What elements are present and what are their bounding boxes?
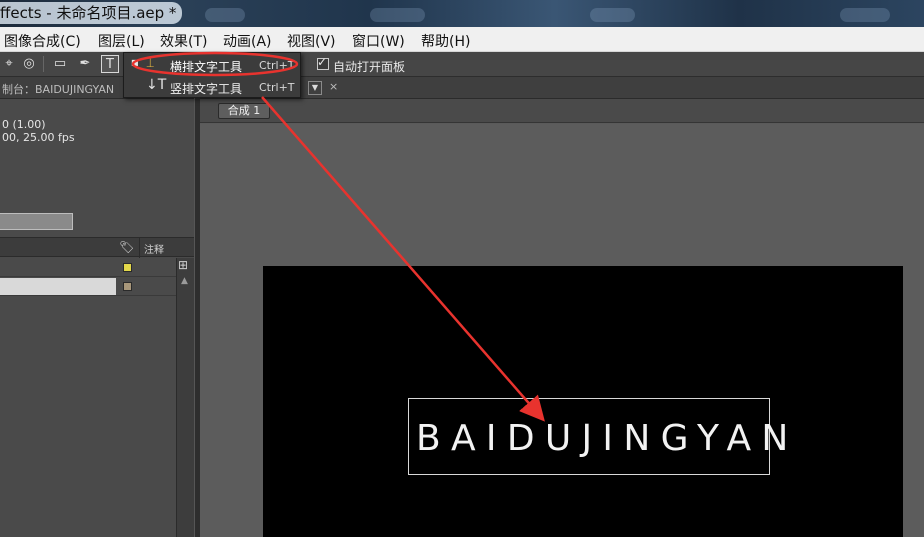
type-tool-icon[interactable]: T bbox=[101, 55, 119, 73]
type-tool-flyout: ■ ⌶ 横排文字工具 Ctrl+T ↓T 竖排文字工具 Ctrl+T bbox=[123, 52, 301, 98]
flowchart-icon[interactable]: ⊞ bbox=[178, 258, 188, 272]
menu-bar: 图像合成(C) 图层(L) 效果(T) 动画(A) 视图(V) 窗口(W) 帮助… bbox=[0, 27, 924, 52]
rectangle-tool-icon[interactable]: ▭ bbox=[51, 55, 69, 73]
menu-item-label: 横排文字工具 bbox=[170, 60, 243, 74]
checkmark-icon: ✓ bbox=[317, 55, 328, 69]
comp-info-duration: 0 (1.00) bbox=[2, 118, 46, 131]
text-layer-content[interactable]: BAIDUJINGYAN bbox=[416, 418, 799, 460]
chevron-down-icon[interactable]: ▼ bbox=[308, 81, 322, 95]
toolbar-divider bbox=[43, 56, 44, 72]
label-color-swatch[interactable] bbox=[123, 263, 132, 272]
title-bar-decoration bbox=[590, 8, 635, 22]
horizontal-type-icon: ⌶ bbox=[146, 55, 155, 71]
scroll-up-icon[interactable]: ▲ bbox=[181, 276, 188, 286]
title-bar-decoration bbox=[370, 8, 425, 22]
composition-chip[interactable]: 合成 1 bbox=[218, 103, 270, 119]
title-bar-decoration bbox=[840, 8, 890, 22]
selected-bullet-icon: ■ bbox=[131, 58, 139, 67]
menu-item-horizontal-type[interactable]: ■ ⌶ 横排文字工具 Ctrl+T bbox=[124, 54, 300, 76]
window-title: ffects - 未命名项目.aep * bbox=[0, 2, 183, 24]
menu-help[interactable]: 帮助(H) bbox=[421, 31, 470, 51]
menu-animation[interactable]: 动画(A) bbox=[223, 31, 272, 51]
project-panel: 制台：BAIDUJINGYAN 0 (1.00) 00, 25.00 fps 🏷… bbox=[0, 77, 196, 537]
column-header: 🏷 注释 bbox=[0, 237, 196, 258]
menu-effect[interactable]: 效果(T) bbox=[160, 31, 207, 51]
pen-tool-icon[interactable]: ✒ bbox=[76, 55, 94, 73]
title-bar-decoration bbox=[205, 8, 245, 22]
composition-nav-bar: 合成 1 bbox=[200, 99, 924, 123]
menu-view[interactable]: 视图(V) bbox=[287, 31, 336, 51]
menu-item-label: 竖排文字工具 bbox=[170, 82, 243, 96]
row-selection-highlight bbox=[0, 278, 116, 295]
project-item-row[interactable] bbox=[0, 277, 176, 296]
column-comment[interactable]: 注释 bbox=[144, 241, 164, 256]
label-color-swatch[interactable] bbox=[123, 282, 132, 291]
vertical-type-icon: ↓T bbox=[146, 77, 167, 93]
close-icon[interactable]: × bbox=[329, 80, 338, 93]
menu-item-shortcut: Ctrl+T bbox=[259, 59, 295, 72]
composition-tab-bar: ▼ × bbox=[200, 77, 924, 99]
label-tag-icon[interactable]: 🏷 bbox=[119, 240, 134, 254]
auto-open-panel-label: 自动打开面板 bbox=[333, 60, 406, 74]
menu-window[interactable]: 窗口(W) bbox=[352, 31, 405, 51]
pan-behind-icon[interactable]: ◎ bbox=[20, 55, 38, 73]
menu-composition[interactable]: 图像合成(C) bbox=[4, 31, 81, 51]
menu-item-vertical-type[interactable]: ↓T 竖排文字工具 Ctrl+T bbox=[124, 76, 300, 98]
menu-item-shortcut: Ctrl+T bbox=[259, 81, 295, 94]
project-scrollbar[interactable]: ⊞ ▲ bbox=[176, 258, 194, 537]
project-item-row[interactable] bbox=[0, 258, 176, 277]
camera-orbit-icon[interactable]: ⌖ bbox=[0, 55, 18, 73]
column-divider bbox=[139, 238, 140, 258]
comp-info-framerate: 00, 25.00 fps bbox=[2, 131, 75, 144]
panel-title: 制台：BAIDUJINGYAN bbox=[2, 83, 115, 96]
project-search-input[interactable] bbox=[0, 213, 73, 230]
title-bar: ffects - 未命名项目.aep * bbox=[0, 0, 924, 27]
menu-layer[interactable]: 图层(L) bbox=[98, 31, 145, 51]
auto-open-panel-checkbox[interactable]: ✓ bbox=[317, 55, 329, 70]
